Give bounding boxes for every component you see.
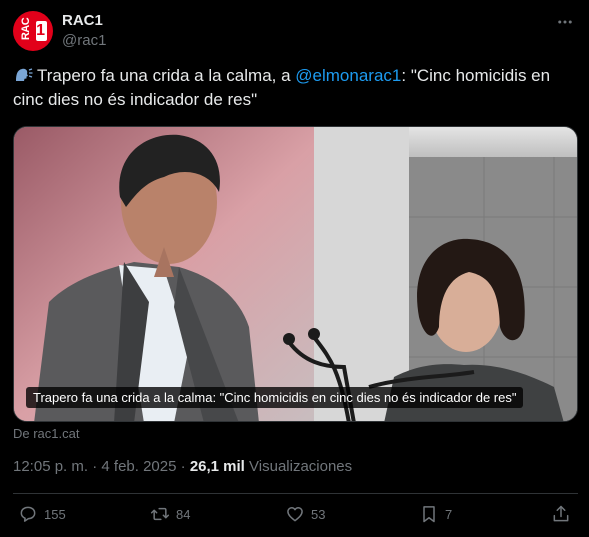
meta-separator-2: · bbox=[180, 458, 186, 475]
divider bbox=[13, 493, 578, 494]
avatar-logo-text: RAC bbox=[20, 17, 33, 41]
mention-link[interactable]: @elmonarac1 bbox=[295, 66, 401, 85]
meta-separator: · bbox=[92, 458, 98, 475]
repost-count: 84 bbox=[176, 506, 191, 522]
more-icon[interactable] bbox=[553, 10, 577, 34]
tweet-date[interactable]: 4 feb. 2025 bbox=[101, 458, 176, 475]
tweet-text-before: Trapero fa una crida a la calma, a bbox=[37, 66, 296, 85]
tweet-time[interactable]: 12:05 p. m. bbox=[13, 458, 88, 475]
avatar[interactable]: RAC 1 bbox=[13, 11, 53, 51]
like-icon bbox=[287, 507, 303, 522]
author-name[interactable]: RAC1 bbox=[62, 12, 103, 29]
repost-icon bbox=[150, 507, 170, 521]
views-label: Visualizaciones bbox=[249, 458, 353, 475]
reply-icon bbox=[20, 506, 36, 522]
share-icon bbox=[553, 505, 569, 522]
avatar-logo-digit: 1 bbox=[36, 22, 45, 39]
bookmark-count: 7 bbox=[445, 506, 453, 522]
press-photo: va bbox=[14, 127, 577, 421]
action-bar: 155 84 53 7 bbox=[13, 504, 578, 534]
reply-button[interactable]: 155 bbox=[18, 504, 66, 524]
link-source[interactable]: De rac1.cat bbox=[13, 426, 79, 441]
reply-count: 155 bbox=[44, 506, 66, 522]
bookmark-button[interactable]: 7 bbox=[419, 504, 452, 524]
share-button[interactable] bbox=[551, 504, 571, 524]
media-caption: Trapero fa una crida a la calma: "Cinc h… bbox=[26, 387, 524, 408]
repost-button[interactable]: 84 bbox=[150, 504, 190, 524]
tweet-media-image[interactable]: va bbox=[13, 126, 578, 422]
tweet-text: Trapero fa una crida a la calma, a @elmo… bbox=[13, 64, 573, 112]
speaking-head-icon bbox=[16, 68, 33, 81]
like-button[interactable]: 53 bbox=[285, 504, 325, 524]
like-count: 53 bbox=[311, 506, 326, 522]
views-count: 26,1 mil bbox=[189, 458, 245, 475]
bookmark-icon bbox=[423, 506, 435, 523]
tweet-meta: 12:05 p. m. · 4 feb. 2025 · 26,1 mil Vis… bbox=[13, 458, 352, 475]
author-handle[interactable]: @rac1 bbox=[62, 32, 106, 49]
